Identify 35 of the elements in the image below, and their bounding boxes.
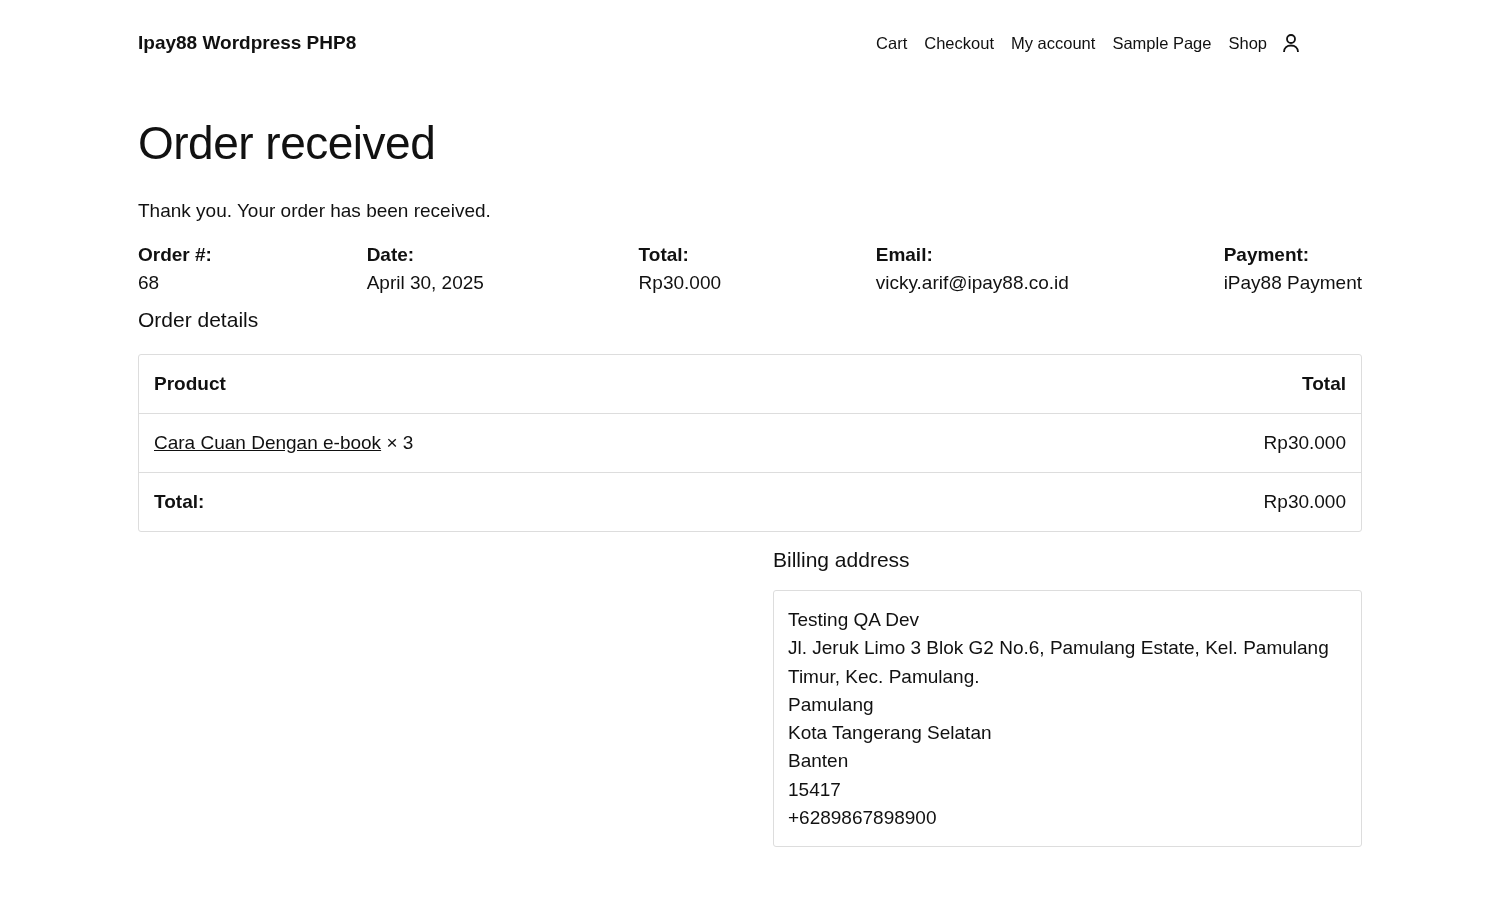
address-line: 15417 bbox=[788, 777, 842, 802]
overview-label: Order #: bbox=[138, 244, 212, 266]
overview-value: April 30, 2025 bbox=[366, 272, 484, 294]
overview-label: Total: bbox=[638, 244, 690, 266]
nav-link[interactable]: Sample Page bbox=[1112, 33, 1212, 53]
site-title[interactable]: Ipay88 Wordpress PHP8 bbox=[138, 32, 357, 54]
nav-link[interactable]: Cart bbox=[876, 33, 908, 53]
overview-label: Email: bbox=[875, 244, 934, 266]
nav-link[interactable]: Checkout bbox=[924, 33, 994, 53]
overview-label: Date: bbox=[366, 244, 416, 266]
column-header: Product bbox=[154, 373, 226, 395]
overview-label: Payment: bbox=[1223, 244, 1311, 266]
nav-link[interactable]: Shop bbox=[1228, 33, 1267, 53]
address-line: Pamulang bbox=[788, 692, 875, 717]
address-line: Banten bbox=[788, 749, 850, 774]
overview-value: Rp30.000 bbox=[638, 272, 721, 294]
table-cell: Rp30.000 bbox=[1263, 491, 1346, 513]
address-line: Kota Tangerang Selatan bbox=[788, 721, 993, 746]
table-cell: Total: bbox=[154, 491, 205, 513]
overview-value: 68 bbox=[138, 272, 161, 294]
thank-you-message: Thank you. Your order has been received. bbox=[138, 200, 492, 222]
product-link[interactable]: Cara Cuan Dengan e-book bbox=[154, 432, 382, 453]
page-title: Order received bbox=[138, 116, 437, 170]
address-line: Testing QA Dev bbox=[788, 608, 920, 632]
table-cell: Rp30.000 bbox=[1263, 432, 1346, 454]
user-icon[interactable] bbox=[1282, 33, 1300, 53]
address-line: +6289867898900 bbox=[788, 806, 938, 831]
quantity-text: × 3 bbox=[386, 432, 414, 453]
section-heading: Billing address bbox=[773, 548, 911, 572]
nav-link[interactable]: My account bbox=[1011, 33, 1096, 53]
overview-value: iPay88 Payment bbox=[1223, 272, 1362, 294]
address-line: Jl. Jeruk Limo 3 Blok G2 No.6, Pamulang Estate, Kel. Pamulang Timur, Kec. Pamulang. bbox=[788, 636, 1330, 689]
column-header: Total bbox=[1302, 373, 1346, 395]
overview-value: vicky.arif@ipay88.co.id bbox=[875, 272, 1069, 294]
section-heading: Order details bbox=[138, 308, 260, 332]
